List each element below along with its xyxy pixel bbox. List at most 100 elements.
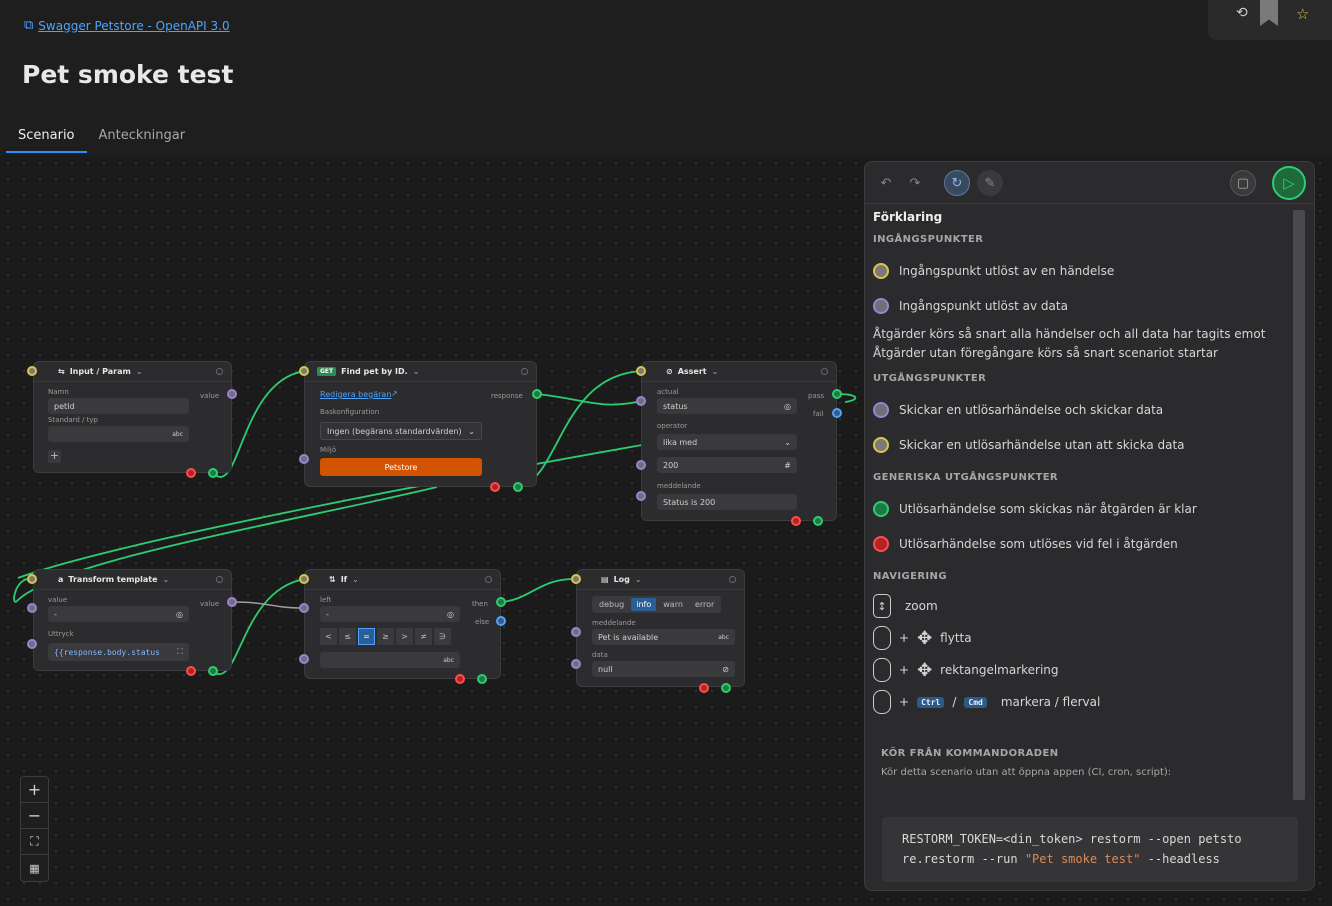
else-port[interactable] xyxy=(496,616,506,626)
actual-in-port[interactable] xyxy=(636,396,646,406)
entry-event-port[interactable] xyxy=(27,366,37,376)
cli-header: KÖR FRÅN KOMMANDORADEN xyxy=(881,748,1059,759)
message-label: meddelande xyxy=(592,619,636,627)
entry-event-port[interactable] xyxy=(299,574,309,584)
right-in-port[interactable] xyxy=(299,654,309,664)
value-in-port[interactable] xyxy=(27,603,37,613)
node-status-icon xyxy=(521,368,528,375)
name-field[interactable]: petId xyxy=(48,398,189,414)
error-port[interactable] xyxy=(186,666,196,676)
zoom-in-button[interactable]: + xyxy=(21,777,48,803)
expression-in-port[interactable] xyxy=(27,639,37,649)
entry-data-port[interactable] xyxy=(299,454,309,464)
value-out-port[interactable] xyxy=(227,597,237,607)
auto-layout-icon[interactable]: ↻ xyxy=(944,170,970,196)
panel-scrollbar[interactable] xyxy=(1293,210,1305,800)
entry-event-port[interactable] xyxy=(299,366,309,376)
message-in-port[interactable] xyxy=(636,491,646,501)
bookmark-icon[interactable] xyxy=(1260,0,1278,26)
entry-event-port[interactable] xyxy=(27,574,37,584)
actual-field[interactable]: status ◎ xyxy=(657,398,797,414)
undo-icon[interactable]: ↶ xyxy=(873,170,899,196)
entry-event-port[interactable] xyxy=(636,366,646,376)
done-port[interactable] xyxy=(208,666,218,676)
op-ne[interactable]: ≠ xyxy=(415,628,432,645)
node-log[interactable]: ▤ Log ⌄ debug info warn error meddelande P… xyxy=(576,569,745,687)
panel-toolbar: ↶ ↷ ↻ ✎ ▢ ▷ xyxy=(865,162,1314,204)
add-button[interactable]: + xyxy=(48,450,61,463)
base-config-select[interactable]: Ingen (begärans standardvärden) ⌄ xyxy=(320,422,482,440)
op-gt[interactable]: > xyxy=(396,628,413,645)
op-ge[interactable]: ≥ xyxy=(377,628,394,645)
error-port[interactable] xyxy=(699,683,709,693)
base-config-label: Baskonfiguration xyxy=(320,408,380,416)
message-in-port[interactable] xyxy=(571,627,581,637)
branch-icon: ⇅ xyxy=(329,575,336,584)
level-warn[interactable]: warn xyxy=(658,598,688,611)
actual-label: actual xyxy=(657,388,679,396)
mouse-icon xyxy=(873,626,891,650)
fit-view-button[interactable]: ⛶ xyxy=(21,829,48,855)
error-port[interactable] xyxy=(490,482,500,492)
message-field[interactable]: Pet is available abc xyxy=(592,629,735,645)
expected-in-port[interactable] xyxy=(636,460,646,470)
run-icon[interactable]: ▷ xyxy=(1272,166,1306,200)
done-port[interactable] xyxy=(813,516,823,526)
minimap-button[interactable]: ▦ xyxy=(21,855,48,881)
value-out-port[interactable] xyxy=(227,389,237,399)
else-label: else xyxy=(475,618,490,626)
mouse-icon xyxy=(873,658,891,682)
done-port[interactable] xyxy=(208,468,218,478)
stop-icon[interactable]: ▢ xyxy=(1230,170,1256,196)
legend-entry-data: Ingångspunkt utlöst av data xyxy=(873,288,1293,323)
history-icon[interactable]: ⟲ xyxy=(1236,5,1248,21)
node-assert[interactable]: ⊘ Assert ⌄ actual status ◎ operator lika me… xyxy=(641,361,837,521)
zoom-out-button[interactable]: − xyxy=(21,803,48,829)
done-port[interactable] xyxy=(721,683,731,693)
op-le[interactable]: ≤ xyxy=(339,628,356,645)
template-icon: a xyxy=(58,575,64,584)
level-info[interactable]: info xyxy=(631,598,657,611)
node-transform-template[interactable]: a Transform template ⌄ value - ◎ Uttryck {{… xyxy=(33,569,232,671)
value-field[interactable]: - ◎ xyxy=(48,606,189,622)
tab-notes[interactable]: Anteckningar xyxy=(87,122,198,153)
operator-select[interactable]: lika med ⌄ xyxy=(657,434,797,450)
error-port[interactable] xyxy=(455,674,465,684)
node-if[interactable]: ⇅ If ⌄ left - ◎ < ≤ = ≥ > ≠ ∋ abc then else xyxy=(304,569,501,679)
tab-scenario[interactable]: Scenario xyxy=(6,122,87,153)
redo-icon[interactable]: ↷ xyxy=(902,170,928,196)
api-link[interactable]: Swagger Petstore - OpenAPI 3.0 xyxy=(38,19,229,33)
done-port[interactable] xyxy=(477,674,487,684)
op-contains[interactable]: ∋ xyxy=(434,628,451,645)
message-field[interactable]: Status is 200 xyxy=(657,494,797,510)
type-label: Standard / typ xyxy=(48,416,98,424)
entry-event-port[interactable] xyxy=(571,574,581,584)
data-field[interactable]: null ⊘ xyxy=(592,661,735,677)
expected-field[interactable]: 200 # xyxy=(657,457,797,473)
error-port[interactable] xyxy=(791,516,801,526)
pass-port[interactable] xyxy=(832,389,842,399)
level-error[interactable]: error xyxy=(690,598,719,611)
response-out-port[interactable] xyxy=(532,389,542,399)
error-port[interactable] xyxy=(186,468,196,478)
then-port[interactable] xyxy=(496,597,506,607)
level-debug[interactable]: debug xyxy=(594,598,629,611)
right-field[interactable]: abc xyxy=(320,652,460,668)
op-lt[interactable]: < xyxy=(320,628,337,645)
node-find-pet[interactable]: GET Find pet by ID. ⌄ Redigera begäran ↗ B… xyxy=(304,361,537,487)
fail-port[interactable] xyxy=(832,408,842,418)
draw-icon[interactable]: ✎ xyxy=(977,170,1003,196)
cli-command-block[interactable]: RESTORM_TOKEN=<din_token> restorm --open… xyxy=(882,817,1298,882)
type-field[interactable]: abc xyxy=(48,426,189,442)
env-button[interactable]: Petstore xyxy=(320,458,482,476)
done-port[interactable] xyxy=(513,482,523,492)
left-in-port[interactable] xyxy=(299,603,309,613)
left-field[interactable]: - ◎ xyxy=(320,606,460,622)
param-icon: ⇆ xyxy=(58,367,65,376)
star-icon[interactable]: ☆ xyxy=(1296,5,1309,23)
node-input-param[interactable]: ⇆ Input / Param ⌄ Namn petId Standard / ty… xyxy=(33,361,232,473)
op-eq[interactable]: = xyxy=(358,628,375,645)
edit-request-link[interactable]: Redigera begäran xyxy=(320,390,391,399)
expression-field[interactable]: {{response.body.status ⛶ xyxy=(48,643,189,661)
data-in-port[interactable] xyxy=(571,659,581,669)
